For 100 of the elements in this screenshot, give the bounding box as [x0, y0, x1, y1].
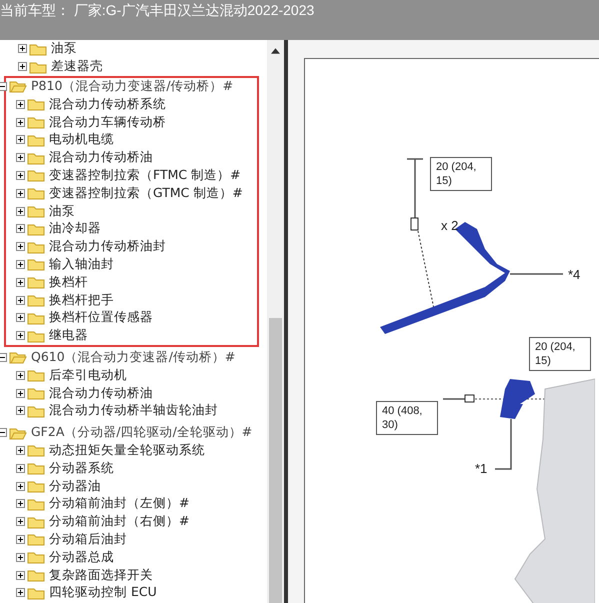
folder-icon	[27, 532, 45, 546]
collapse-icon[interactable]	[0, 82, 7, 91]
folder-icon	[27, 310, 45, 325]
folder-icon	[27, 168, 45, 182]
tree-item[interactable]: 混合动力传动桥半轴齿轮油封	[49, 402, 218, 420]
folder-icon	[27, 461, 45, 476]
folder-icon	[29, 60, 47, 74]
folder-icon	[27, 514, 45, 529]
expand-icon[interactable]	[16, 118, 25, 127]
tree-item[interactable]: 继电器	[49, 327, 88, 344]
tree-item[interactable]: 换档杆把手	[49, 292, 114, 309]
folder-icon	[27, 386, 45, 400]
tree-item[interactable]: 分动器油	[49, 478, 101, 495]
tree-item[interactable]: 混合动力车辆传动桥	[49, 114, 166, 131]
tree-item[interactable]: 混合动力传动桥系统	[49, 96, 166, 113]
expand-icon[interactable]	[16, 188, 25, 198]
expand-icon[interactable]	[16, 135, 25, 144]
callout-label: 20 (204, 15)	[529, 337, 591, 371]
tree-item[interactable]: 复杂路面选择开关	[49, 566, 153, 584]
folder-icon	[27, 479, 45, 494]
tree-item[interactable]: 混合动力传动桥油	[49, 384, 153, 402]
tree-item[interactable]: 后牵引电动机	[49, 366, 127, 384]
tree-item[interactable]: 油冷却器	[49, 220, 101, 238]
expand-icon[interactable]	[16, 588, 25, 598]
tree-item[interactable]: 油泵	[51, 40, 77, 58]
expand-icon[interactable]	[16, 370, 25, 380]
tree-item[interactable]: 分动箱前油封（左侧）#	[49, 495, 190, 512]
tree-item[interactable]: 分动器总成	[49, 548, 114, 566]
window-title: 当前车型： 厂家:G-广汽丰田汉兰达混动2022-2023	[0, 2, 314, 20]
expand-icon[interactable]	[16, 464, 25, 473]
callout-label: *4	[568, 268, 580, 282]
expand-icon[interactable]	[16, 296, 25, 305]
folder-icon	[27, 257, 45, 272]
expand-icon[interactable]	[16, 570, 25, 580]
expand-icon[interactable]	[16, 278, 25, 287]
tree-item[interactable]: 分动器系统	[49, 460, 114, 477]
expand-icon[interactable]	[16, 499, 25, 508]
expand-icon[interactable]	[16, 388, 25, 398]
scroll-thumb[interactable]	[269, 318, 282, 603]
tree-item[interactable]: 换档杆位置传感器	[49, 309, 153, 326]
folder-icon	[27, 404, 45, 418]
tree-item[interactable]: 变速器控制拉索（FTMC 制造）#	[49, 166, 241, 184]
tree-item[interactable]: 分动箱后油封	[49, 530, 127, 548]
expand-icon[interactable]	[16, 517, 25, 526]
tree-item[interactable]: 输入轴油封	[49, 256, 114, 273]
expand-icon[interactable]	[16, 313, 25, 322]
folder-icon	[27, 240, 45, 254]
tree-item[interactable]: Q610（混合动力变速器/传动桥）#	[31, 348, 236, 366]
folder-icon	[9, 426, 27, 440]
collapse-icon[interactable]	[0, 428, 7, 438]
folder-icon	[27, 150, 45, 165]
callout-label: x 2	[441, 219, 458, 233]
folder-icon	[27, 550, 45, 564]
expand-icon[interactable]	[18, 44, 27, 54]
folder-icon	[27, 568, 45, 582]
scrollbar[interactable]	[267, 40, 288, 603]
tree-item[interactable]: 分动箱前油封（右侧）#	[49, 513, 190, 530]
folder-icon	[27, 496, 45, 511]
tree-item[interactable]: 混合动力传动桥油封	[49, 238, 166, 256]
scroll-up-icon[interactable]	[271, 48, 280, 54]
folder-icon	[27, 275, 45, 290]
expand-icon[interactable]	[16, 552, 25, 562]
folder-icon	[27, 204, 45, 218]
expand-icon[interactable]	[16, 446, 25, 455]
expand-icon[interactable]	[16, 100, 25, 109]
expand-icon[interactable]	[16, 242, 25, 252]
tree-item[interactable]: P810（混合动力变速器/传动桥）#	[31, 78, 234, 95]
folder-icon	[9, 350, 27, 364]
expand-icon[interactable]	[16, 260, 25, 269]
folder-icon	[27, 586, 45, 600]
folder-icon	[27, 293, 45, 308]
expand-icon[interactable]	[16, 534, 25, 544]
expand-icon[interactable]	[16, 482, 25, 491]
tree-item[interactable]: 差速器壳	[51, 58, 103, 76]
folder-icon	[27, 132, 45, 147]
tree-item[interactable]: 混合动力传动桥油	[49, 149, 153, 166]
folder-icon	[27, 368, 45, 382]
expand-icon[interactable]	[16, 170, 25, 180]
tree-item[interactable]: 换档杆	[49, 274, 88, 291]
folder-icon	[27, 186, 45, 200]
expand-icon[interactable]	[16, 224, 25, 234]
folder-icon	[9, 79, 27, 94]
expand-icon[interactable]	[16, 153, 25, 162]
tree-item[interactable]: GF2A（分动器/四轮驱动/全轮驱动）#	[31, 424, 252, 442]
expand-icon[interactable]	[16, 331, 25, 340]
tree-item[interactable]: 四轮驱动控制 ECU	[49, 584, 157, 602]
collapse-icon[interactable]	[0, 352, 7, 362]
expand-icon[interactable]	[18, 62, 27, 72]
expand-icon[interactable]	[16, 406, 25, 416]
expand-icon[interactable]	[16, 206, 25, 216]
tree-item[interactable]: 变速器控制拉索（GTMC 制造）#	[49, 184, 243, 202]
tree-item[interactable]: 电动机电缆	[49, 131, 114, 148]
tree-item[interactable]: 动态扭矩矢量全轮驱动系统	[49, 442, 205, 459]
folder-icon	[27, 328, 45, 343]
folder-icon	[27, 222, 45, 236]
callout-label: *1	[475, 462, 488, 476]
folder-icon	[27, 443, 45, 458]
callout-label: 40 (408, 30)	[376, 401, 438, 435]
tree-item[interactable]: 油泵	[49, 202, 75, 220]
callout-label: 20 (204, 15)	[430, 157, 492, 191]
